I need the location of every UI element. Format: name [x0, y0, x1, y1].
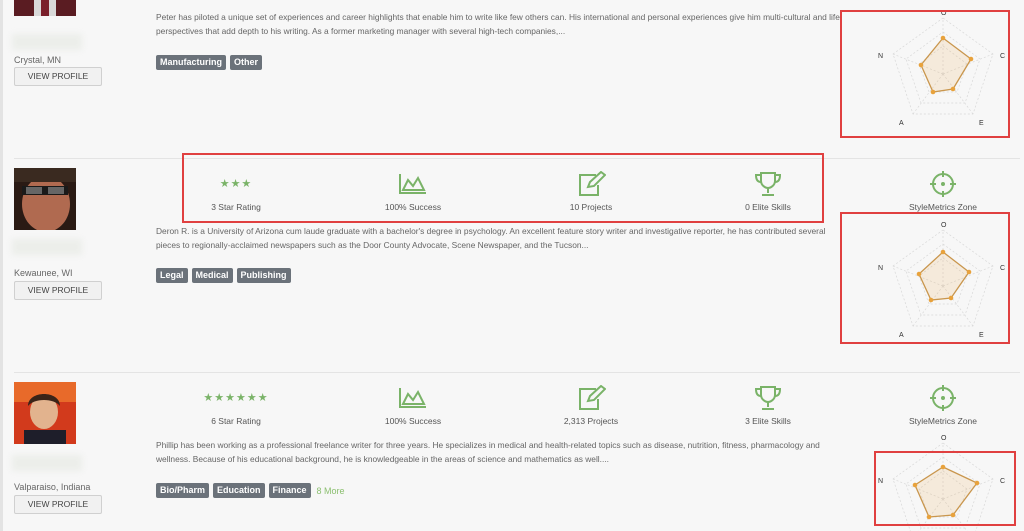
stat-projects: 10 Projects	[526, 171, 656, 212]
stat-success: 100% Success	[348, 171, 478, 212]
stat-elite-skills: 0 Elite Skills	[703, 171, 833, 212]
avatar[interactable]	[14, 382, 76, 444]
star-rating-icon: ★★★	[219, 178, 253, 190]
bio-text: Phillip has been working as a profession…	[156, 440, 820, 464]
success-label: 100% Success	[384, 416, 442, 426]
bio-text: Deron R. is a University of Arizona cum …	[156, 226, 826, 250]
location-text: Kewaunee, WI	[14, 268, 73, 278]
radar-label-a: A	[899, 332, 904, 339]
view-profile-button[interactable]: VIEW PROFILE	[14, 281, 102, 300]
stat-star-rating: ★★★★★★ 6 Star Rating	[171, 385, 301, 426]
elite-skills-label: 0 Elite Skills	[745, 202, 791, 212]
tag[interactable]: Education	[213, 483, 265, 498]
trophy-icon	[703, 171, 833, 197]
stat-success: 100% Success	[348, 385, 478, 426]
tag[interactable]: Bio/Pharm	[156, 483, 210, 498]
tag[interactable]: Publishing	[236, 268, 291, 283]
tag[interactable]: Finance	[268, 483, 311, 498]
radar-label-c: C	[1000, 53, 1005, 60]
tag[interactable]: Legal	[156, 268, 188, 283]
stat-stylemetrics-zone[interactable]: StyleMetrics Zone	[878, 385, 1008, 426]
stylemetrics-zone-label: StyleMetrics Zone	[908, 202, 978, 212]
star-rating-icon: ★★★★★★	[203, 392, 269, 404]
profile-card-phillip: Valparaiso, Indiana VIEW PROFILE ★★★★★★ …	[0, 373, 1024, 531]
profile-card-deron: Kewaunee, WI VIEW PROFILE ★★★ 3 Star Rat…	[0, 153, 1024, 371]
bio-text: Peter has piloted a unique set of experi…	[156, 12, 840, 36]
stylemetrics-radar-chart: O C N	[873, 435, 1013, 531]
radar-label-c: C	[1000, 478, 1005, 485]
radar-label-o: O	[941, 222, 947, 229]
radar-label-n: N	[878, 265, 883, 272]
view-profile-button[interactable]: VIEW PROFILE	[14, 495, 102, 514]
stylemetrics-zone-label: StyleMetrics Zone	[908, 416, 978, 426]
stat-projects: 2,313 Projects	[526, 385, 656, 426]
stylemetrics-radar-chart: O C E A N	[873, 10, 1013, 130]
elite-skills-label: 3 Elite Skills	[745, 416, 791, 426]
star-rating-label: 6 Star Rating	[211, 416, 261, 426]
tag-list: Manufacturing Other	[156, 55, 263, 70]
location-text: Valparaiso, Indiana	[14, 482, 91, 492]
view-profile-button[interactable]: VIEW PROFILE	[14, 67, 102, 86]
tag-list: Legal Medical Publishing	[156, 268, 291, 283]
star-rating-label: 3 Star Rating	[211, 202, 261, 212]
radar-label-n: N	[878, 478, 883, 485]
radar-label-a: A	[899, 120, 904, 127]
tag[interactable]: Manufacturing	[156, 55, 226, 70]
writer-name-blurred	[12, 34, 82, 50]
stylemetrics-radar-chart: O C E A N	[873, 222, 1013, 342]
projects-label: 10 Projects	[569, 202, 613, 212]
radar-label-o: O	[941, 10, 947, 17]
crosshair-icon	[878, 385, 1008, 411]
edit-icon	[526, 385, 656, 411]
radar-label-e: E	[979, 332, 984, 339]
tag[interactable]: Medical	[191, 268, 233, 283]
avatar[interactable]	[14, 0, 76, 16]
chart-area-icon	[348, 171, 478, 197]
edit-icon	[526, 171, 656, 197]
location-text: Crystal, MN	[14, 55, 61, 65]
avatar[interactable]	[14, 168, 76, 230]
writer-name-blurred	[12, 455, 82, 471]
stat-stylemetrics-zone[interactable]: StyleMetrics Zone	[878, 171, 1008, 212]
profile-card-peter: Crystal, MN VIEW PROFILE Peter has pilot…	[0, 0, 1024, 158]
radar-label-e: E	[979, 120, 984, 127]
stat-star-rating: ★★★ 3 Star Rating	[171, 171, 301, 212]
writer-name-blurred	[12, 239, 82, 255]
chart-area-icon	[348, 385, 478, 411]
success-label: 100% Success	[384, 202, 442, 212]
radar-label-c: C	[1000, 265, 1005, 272]
radar-label-o: O	[941, 435, 947, 442]
crosshair-icon	[878, 171, 1008, 197]
projects-label: 2,313 Projects	[563, 416, 619, 426]
more-tags-link[interactable]: 8 More	[317, 486, 345, 496]
tag[interactable]: Other	[230, 55, 263, 70]
stat-elite-skills: 3 Elite Skills	[703, 385, 833, 426]
trophy-icon	[703, 385, 833, 411]
tag-list: Bio/Pharm Education Finance 8 More	[156, 483, 345, 498]
radar-label-n: N	[878, 53, 883, 60]
